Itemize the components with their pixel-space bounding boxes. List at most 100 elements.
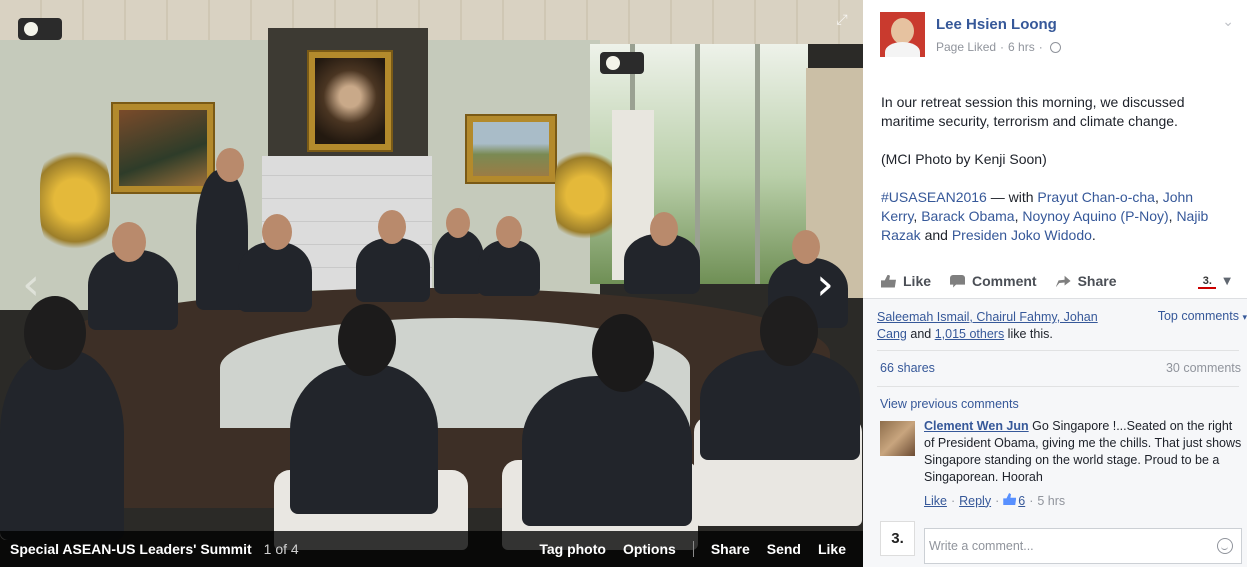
comment-button[interactable]: Comment [950,273,1037,289]
send-button[interactable]: Send [767,541,801,557]
person-head [112,222,146,262]
share-icon [1055,275,1071,288]
divider [877,386,1239,387]
album-title[interactable]: Special ASEAN-US Leaders' Summit [10,541,252,557]
person-head [378,210,406,244]
person [434,230,484,294]
person-head [496,216,522,248]
painting [467,116,555,182]
person-head [650,212,678,246]
write-comment-row: 3. [880,518,1242,564]
person [478,240,540,296]
likes-summary: Saleemah Ismail, Chairul Fahmy, Johan Ca… [877,309,1127,343]
view-previous-comments-link[interactable]: View previous comments [880,397,1019,411]
tag-photo-button[interactable]: Tag photo [539,541,606,557]
expand-icon[interactable]: ⤢ [835,12,849,26]
post-time[interactable]: 6 hrs [1008,40,1035,54]
post-panel: Lee Hsien Loong Page Liked · 6 hrs · ⌄ I… [863,0,1247,567]
next-photo-button[interactable]: › [810,260,840,310]
person [0,350,124,540]
thumbs-up-icon [1003,493,1017,505]
comment-likes-count[interactable]: 6 [1003,493,1025,508]
period: . [1091,227,1096,243]
caret-down-icon: ▼ [1223,275,1231,287]
share-button[interactable]: Share [1055,273,1117,289]
caret-down-icon: ▾ [1242,313,1247,323]
comment-author-link[interactable]: Clement Wen Jun [924,419,1029,433]
top-comments-dropdown[interactable]: Top comments ▾ [1158,309,1247,323]
commenter-page-avatar: 3. [880,521,915,556]
painting [113,104,213,192]
likes-number: 6 [1018,494,1026,508]
globe-icon [1049,41,1061,53]
page-liked-status[interactable]: Page Liked [936,40,996,54]
hashtag-link[interactable]: #USASEAN2016 [881,189,987,205]
post-header: Lee Hsien Loong Page Liked · 6 hrs · ⌄ [880,12,1240,60]
page-avatar[interactable] [880,12,925,57]
commenter-avatar[interactable] [880,421,915,456]
page-name-link[interactable]: Lee Hsien Loong [936,16,1057,33]
person [88,250,178,330]
comment-text: Clement Wen Jun Go Singapore !...Seated … [924,418,1242,486]
divider [877,350,1239,351]
photo-viewer[interactable]: ⤢ ‹ › Special ASEAN-US Leaders' Summit 1… [0,0,863,567]
with-label: — with [986,189,1038,205]
studio-light [600,52,644,74]
comment-actions: Like · Reply · 6 · 5 hrs [924,493,1066,508]
like-button[interactable]: Like [881,273,931,289]
top-comments-label: Top comments [1157,309,1239,323]
person-head [338,304,396,376]
likes-suffix: like this. [1004,327,1053,341]
shares-link[interactable]: 66 shares [880,361,935,375]
chevron-down-icon[interactable]: ⌄ [1222,14,1234,30]
person [522,376,692,526]
thumbs-up-icon [881,274,896,288]
comment-icon [950,274,966,288]
person [238,242,312,312]
tag-link[interactable]: Prayut Chan-o-cha [1037,189,1155,205]
flowers [555,140,615,250]
person-head [592,314,654,392]
separator [692,541,694,557]
comment-input[interactable] [925,529,1195,563]
person-head [262,214,292,250]
comments-count-link[interactable]: 30 comments [1166,361,1241,375]
comment-box[interactable] [924,528,1242,564]
tag-link[interactable]: Presiden Joko Widodo [952,227,1092,243]
studio-light [18,18,62,40]
feedback-area: Saleemah Ismail, Chairul Fahmy, Johan Ca… [863,298,1247,567]
post-actions: Like Comment Share 3. ▼ [881,266,1231,296]
person [356,238,430,302]
comment-label: Comment [972,273,1037,289]
post-meta: Page Liked · 6 hrs · [936,40,1061,54]
person [290,364,438,514]
options-button[interactable]: Options [623,541,676,557]
tag-link[interactable]: Barack Obama [921,208,1014,224]
page-logo-icon: 3. [1198,273,1217,289]
photo-action-bar: Special ASEAN-US Leaders' Summit 1 of 4 … [0,531,863,567]
ceiling [0,0,863,44]
tag-link[interactable]: Noynoy Aquino (P-Noy) [1022,208,1168,224]
others-link[interactable]: 1,015 others [935,327,1005,341]
person-head [216,148,244,182]
comment-reply-link[interactable]: Reply [959,494,991,508]
like-photo-button[interactable]: Like [818,541,846,557]
flowers [40,140,110,260]
post-text: In our retreat session this morning, we … [881,93,1233,264]
post-paragraph: In our retreat session this morning, we … [881,94,1185,129]
share-label: Share [1077,273,1117,289]
person [700,350,860,460]
comment-like-link[interactable]: Like [924,494,947,508]
comment-time[interactable]: 5 hrs [1037,494,1065,508]
previous-photo-button[interactable]: ‹ [16,260,46,310]
like-label: Like [903,273,932,289]
and-label: and [920,227,952,243]
share-photo-button[interactable]: Share [711,541,750,557]
painting [309,52,391,150]
and-label: and [906,327,935,341]
person-head [446,208,470,238]
photo-credit: (MCI Photo by Kenji Soon) [881,151,1047,167]
emoji-icon[interactable] [1217,538,1233,554]
tagged-people: #USASEAN2016 — with Prayut Chan-o-cha, J… [881,189,1209,243]
post-as-selector[interactable]: 3. ▼ [1198,273,1231,289]
